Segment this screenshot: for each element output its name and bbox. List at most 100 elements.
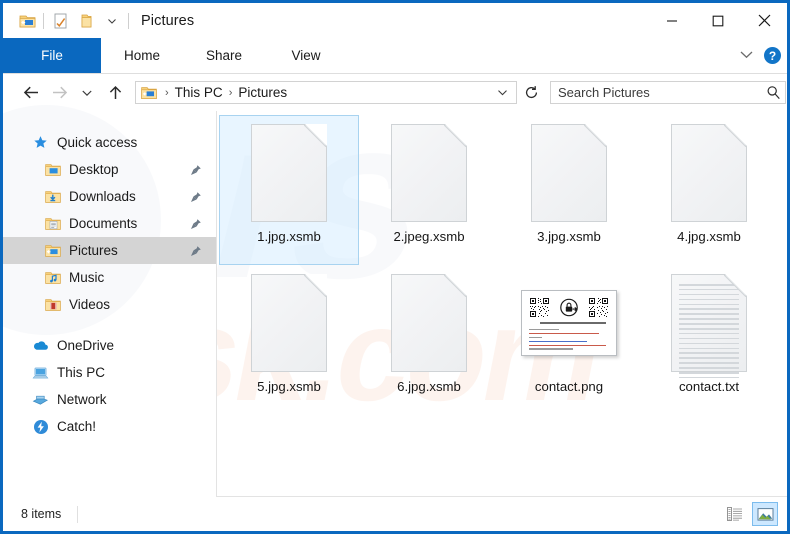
sidebar-item-quick-access[interactable]: Quick access bbox=[3, 129, 216, 156]
ribbon-right-controls: ? bbox=[739, 38, 781, 73]
title-divider bbox=[128, 12, 129, 29]
navigation-pane: Quick access Desktop Downloads Documents… bbox=[3, 105, 217, 497]
videos-folder-icon bbox=[44, 296, 61, 313]
properties-checkmark-icon[interactable] bbox=[47, 9, 73, 33]
pin-icon[interactable] bbox=[190, 218, 202, 230]
maximize-button[interactable] bbox=[695, 3, 741, 38]
sidebar-item-downloads[interactable]: Downloads bbox=[3, 183, 216, 210]
file-item[interactable]: 2.jpeg.xsmb bbox=[359, 115, 499, 265]
window-title: Pictures bbox=[141, 12, 195, 29]
sidebar-label: Network bbox=[57, 392, 107, 407]
file-name: 3.jpg.xsmb bbox=[537, 229, 601, 244]
ribbon-tab-bar: File Home Share View ? bbox=[3, 38, 787, 74]
recent-locations-chevron-down-icon[interactable] bbox=[73, 78, 101, 108]
file-item[interactable]: 5.jpg.xsmb bbox=[219, 265, 359, 415]
documents-folder-icon bbox=[44, 215, 61, 232]
forward-button[interactable] bbox=[45, 78, 73, 108]
sidebar-item-catch[interactable]: Catch! bbox=[3, 413, 216, 440]
file-item[interactable]: 4.jpg.xsmb bbox=[639, 115, 779, 265]
blank-document-icon bbox=[671, 124, 747, 222]
breadcrumb-pictures[interactable]: Pictures bbox=[237, 85, 288, 100]
file-name: 5.jpg.xsmb bbox=[257, 379, 321, 394]
chevron-down-icon[interactable] bbox=[99, 9, 125, 33]
pictures-folder-icon bbox=[44, 242, 61, 259]
quick-access-toolbar: Pictures bbox=[3, 9, 194, 33]
pin-icon[interactable] bbox=[190, 164, 202, 176]
sidebar-label: Music bbox=[69, 270, 105, 285]
onedrive-cloud-icon bbox=[32, 337, 49, 354]
sidebar-item-documents[interactable]: Documents bbox=[3, 210, 216, 237]
file-item[interactable]: 3.jpg.xsmb bbox=[499, 115, 639, 265]
large-icons-view-icon[interactable] bbox=[752, 502, 778, 526]
details-view-icon[interactable] bbox=[722, 502, 748, 526]
tab-share[interactable]: Share bbox=[183, 38, 265, 73]
pin-icon[interactable] bbox=[190, 191, 202, 203]
file-name: 2.jpeg.xsmb bbox=[393, 229, 465, 244]
file-thumbnail bbox=[241, 271, 337, 375]
sidebar-label: Catch! bbox=[57, 419, 97, 434]
catch-app-icon bbox=[32, 418, 49, 435]
tab-view[interactable]: View bbox=[265, 38, 347, 73]
minimize-button[interactable] bbox=[649, 3, 695, 38]
navigation-bar: › This PC › Pictures Search Pictures bbox=[3, 74, 787, 111]
this-pc-icon bbox=[32, 364, 49, 381]
file-name: 1.jpg.xsmb bbox=[257, 229, 321, 244]
file-name: 4.jpg.xsmb bbox=[677, 229, 741, 244]
sidebar-item-network[interactable]: Network bbox=[3, 386, 216, 413]
up-button[interactable] bbox=[101, 78, 129, 108]
file-list-pane[interactable]: rs risk.com 1.jpg.xsmb bbox=[217, 111, 787, 497]
sidebar-label: OneDrive bbox=[57, 338, 115, 353]
tab-home[interactable]: Home bbox=[101, 38, 183, 73]
tab-file[interactable]: File bbox=[3, 38, 101, 73]
back-button[interactable] bbox=[17, 78, 45, 108]
new-folder-icon[interactable] bbox=[73, 9, 99, 33]
address-dropdown-chevron-down-icon[interactable] bbox=[491, 84, 514, 102]
sidebar-label: Pictures bbox=[69, 243, 118, 258]
file-item[interactable]: contact.png bbox=[499, 265, 639, 415]
sidebar-item-desktop[interactable]: Desktop bbox=[3, 156, 216, 183]
text-document-icon bbox=[671, 274, 747, 379]
file-thumbnail bbox=[521, 121, 617, 225]
sidebar-label: Quick access bbox=[57, 135, 138, 150]
blank-document-icon bbox=[251, 124, 327, 222]
file-item[interactable]: 6.jpg.xsmb bbox=[359, 265, 499, 415]
view-mode-buttons bbox=[722, 502, 778, 526]
sidebar-item-videos[interactable]: Videos bbox=[3, 291, 216, 318]
file-thumbnail bbox=[381, 121, 477, 225]
downloads-folder-icon bbox=[44, 188, 61, 205]
pin-icon[interactable] bbox=[190, 245, 202, 257]
status-bar: 8 items bbox=[3, 496, 787, 531]
file-thumbnail bbox=[381, 271, 477, 375]
sidebar-item-onedrive[interactable]: OneDrive bbox=[3, 332, 216, 359]
file-item[interactable]: 1.jpg.xsmb bbox=[219, 115, 359, 265]
address-bar[interactable]: › This PC › Pictures bbox=[135, 81, 517, 104]
search-box[interactable]: Search Pictures bbox=[550, 81, 786, 104]
search-icon[interactable] bbox=[766, 85, 781, 100]
refresh-button[interactable] bbox=[519, 80, 543, 106]
file-name: 6.jpg.xsmb bbox=[397, 379, 461, 394]
folder-explorer-icon[interactable] bbox=[14, 9, 40, 33]
sidebar-item-music[interactable]: Music bbox=[3, 264, 216, 291]
breadcrumb-this-pc[interactable]: This PC bbox=[174, 85, 224, 100]
close-button[interactable] bbox=[741, 3, 787, 38]
file-thumbnail bbox=[521, 271, 617, 375]
file-thumbnail bbox=[661, 271, 757, 379]
sidebar-item-pictures[interactable]: Pictures bbox=[3, 237, 216, 264]
ribbon-tabs: File Home Share View bbox=[3, 38, 787, 73]
sidebar-item-this-pc[interactable]: This PC bbox=[3, 359, 216, 386]
expand-ribbon-chevron-down-icon[interactable] bbox=[739, 47, 754, 65]
qr-code-icon bbox=[529, 297, 550, 318]
help-button[interactable]: ? bbox=[764, 47, 781, 64]
file-thumbnail bbox=[241, 121, 337, 225]
sidebar-label: Documents bbox=[69, 216, 138, 231]
music-folder-icon bbox=[44, 269, 61, 286]
blank-document-icon bbox=[531, 124, 607, 222]
search-input[interactable]: Search Pictures bbox=[558, 85, 766, 100]
file-name: contact.png bbox=[534, 379, 604, 394]
sidebar-label: Desktop bbox=[69, 162, 119, 177]
file-grid: 1.jpg.xsmb 2.jpeg.xsmb 3.jpg.xsmb 4.jpg.… bbox=[217, 111, 787, 415]
window-control-buttons bbox=[649, 3, 787, 38]
file-item[interactable]: contact.txt bbox=[639, 265, 779, 415]
qr-code-icon bbox=[588, 297, 609, 318]
